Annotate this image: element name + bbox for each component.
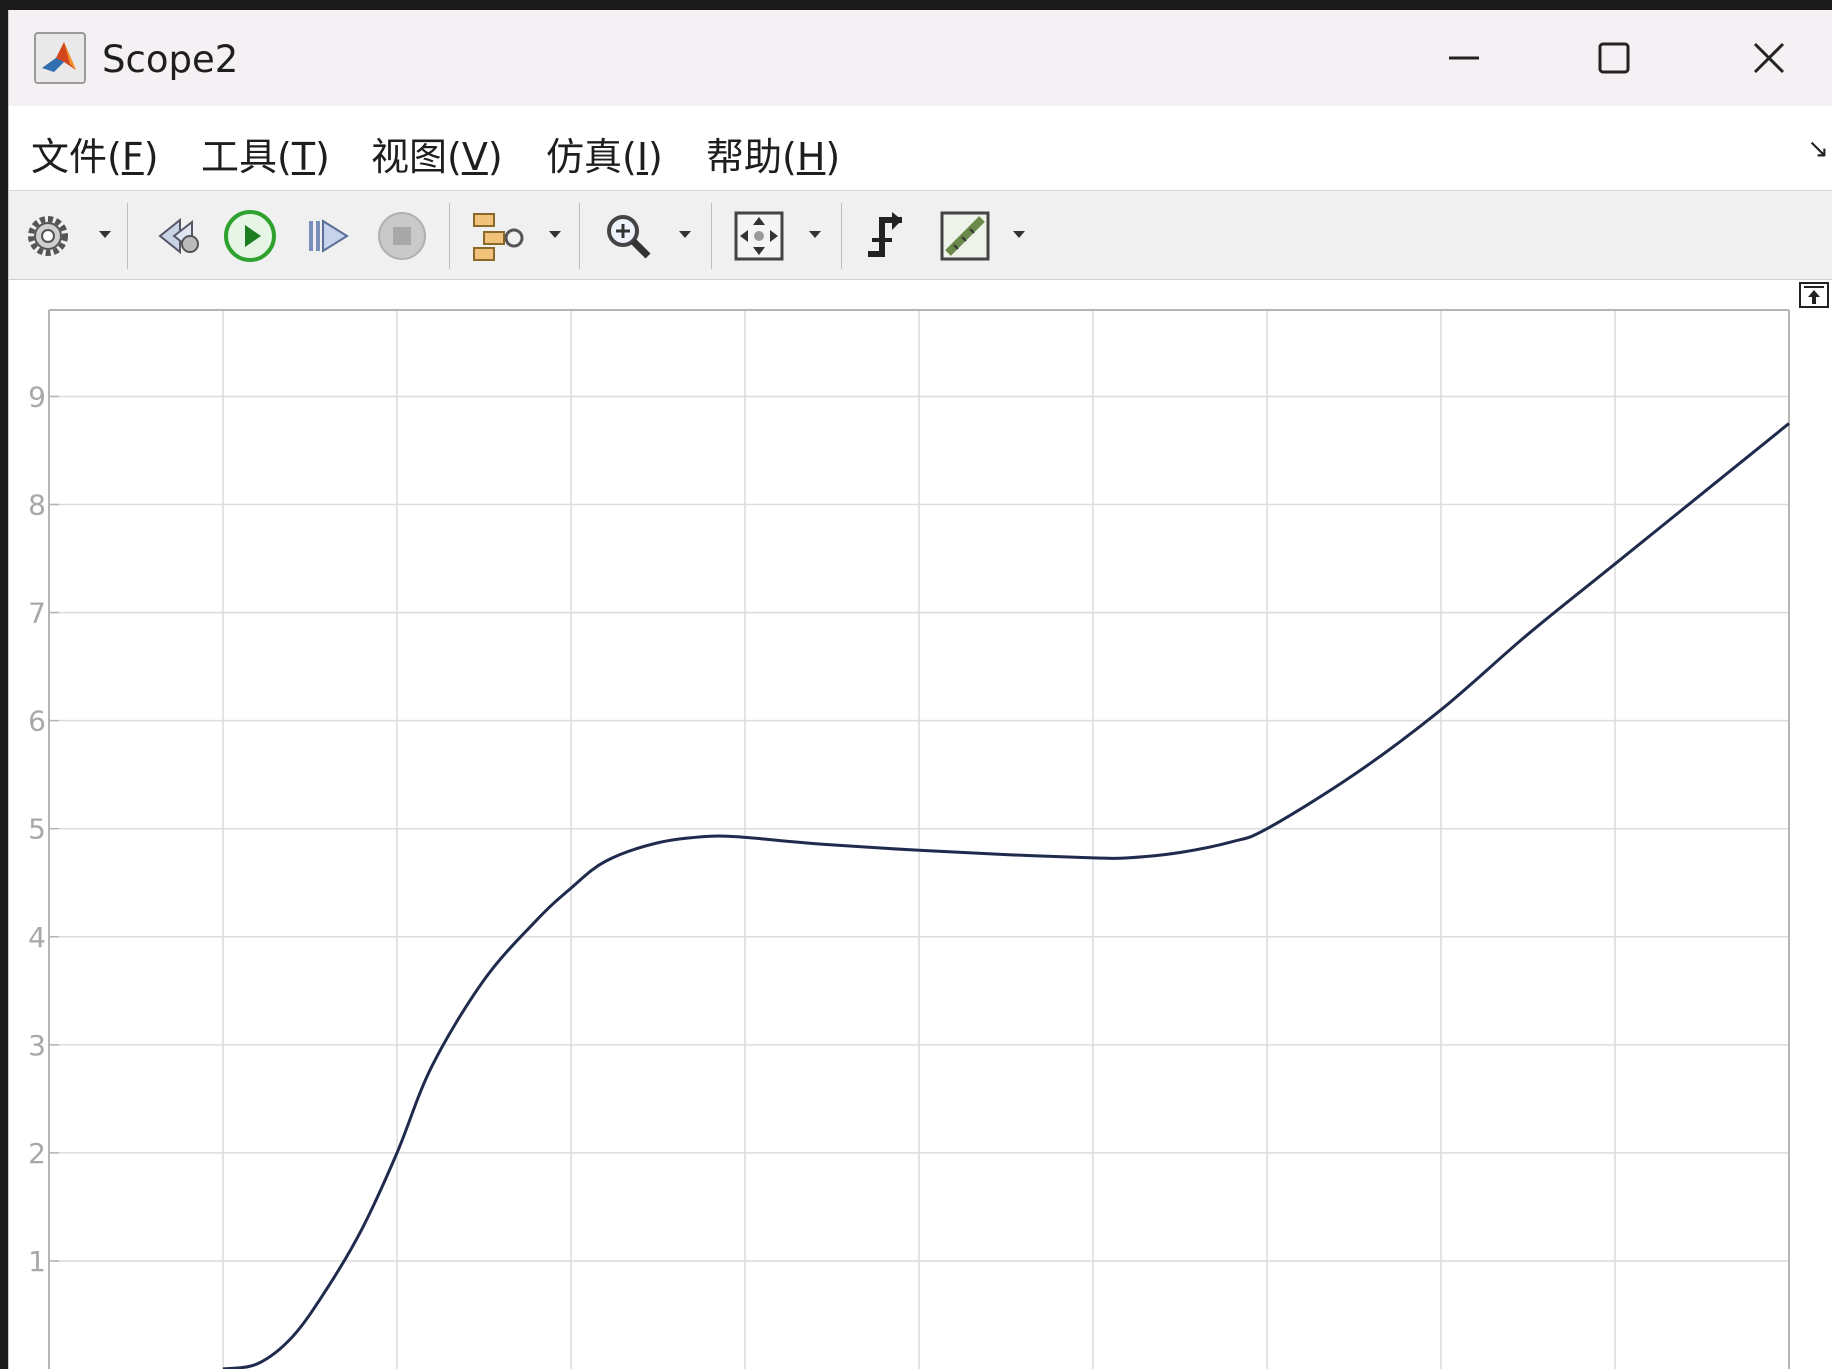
step-forward-icon (309, 219, 349, 253)
menu-help[interactable]: 帮助(H) (706, 126, 840, 181)
measure-button[interactable] (935, 207, 995, 265)
close-button[interactable] (1724, 28, 1814, 88)
settings-dropdown-caret[interactable] (99, 231, 111, 238)
y-tick-label: 3 (28, 1029, 46, 1062)
run-icon (224, 210, 276, 262)
scope-plot[interactable]: 1 2 3 4 5 6 7 8 9 (9, 280, 1832, 1369)
fit-view-dropdown-caret[interactable] (809, 231, 821, 238)
minimize-button[interactable] (1419, 28, 1509, 88)
matlab-icon (34, 32, 86, 84)
y-tick-label: 1 (28, 1245, 46, 1278)
zoom-in-icon (607, 215, 651, 259)
menu-simulation[interactable]: 仿真(I) (546, 126, 663, 181)
settings-icon (28, 216, 68, 256)
measure-dropdown-caret[interactable] (1013, 231, 1025, 238)
title-bar[interactable]: Scope2 (9, 10, 1832, 106)
stop-icon (378, 212, 426, 260)
signal-select-button[interactable] (467, 207, 529, 265)
menu-tools[interactable]: 工具(T) (201, 126, 330, 181)
step-forward-button[interactable] (299, 207, 357, 265)
undock-icon[interactable] (1799, 282, 1829, 308)
y-tick-label: 2 (28, 1137, 46, 1170)
step-back-icon (158, 217, 199, 255)
y-tick-label: 8 (28, 489, 46, 522)
toolbar-separator (449, 203, 450, 269)
zoom-in-button[interactable] (599, 207, 657, 265)
menu-file[interactable]: 文件(F) (31, 126, 159, 181)
toolbar-separator (841, 203, 842, 269)
expand-toolbar-icon[interactable]: ↘ (1807, 134, 1829, 164)
menu-bar: 文件(F) 工具(T) 视图(V) 仿真(I) 帮助(H) ↘ (9, 106, 1832, 191)
y-tick-label: 9 (28, 380, 46, 413)
scope-window: Scope2 文件(F) 工具(T) 视图(V) 仿真(I) 帮助(H) ↘ 1… (8, 10, 1832, 1369)
close-icon (1753, 42, 1785, 74)
zoom-dropdown-caret[interactable] (679, 231, 691, 238)
toolbar-separator (127, 203, 128, 269)
run-button[interactable] (221, 207, 279, 265)
trigger-icon (868, 212, 902, 257)
signal-select-dropdown-caret[interactable] (549, 231, 561, 238)
signal-select-icon (473, 213, 524, 261)
toolbar (9, 191, 1832, 280)
measure-icon (940, 211, 990, 261)
maximize-icon (1598, 42, 1630, 74)
settings-button[interactable] (21, 207, 75, 265)
step-back-button[interactable] (151, 207, 209, 265)
stop-button[interactable] (373, 207, 431, 265)
menu-view[interactable]: 视图(V) (371, 126, 503, 181)
fit-view-icon (734, 211, 784, 261)
toolbar-separator (711, 203, 712, 269)
minimize-icon (1449, 56, 1479, 60)
window-title: Scope2 (102, 38, 239, 81)
scope-display[interactable]: 1 2 3 4 5 6 7 8 9 (9, 280, 1832, 1369)
y-tick-label: 6 (28, 705, 46, 738)
trigger-button[interactable] (859, 207, 917, 265)
toolbar-separator (579, 203, 580, 269)
y-tick-label: 4 (28, 921, 46, 954)
maximize-button[interactable] (1569, 28, 1659, 88)
fit-view-button[interactable] (729, 207, 789, 265)
y-tick-label: 5 (28, 813, 46, 846)
y-tick-label: 7 (28, 597, 46, 630)
